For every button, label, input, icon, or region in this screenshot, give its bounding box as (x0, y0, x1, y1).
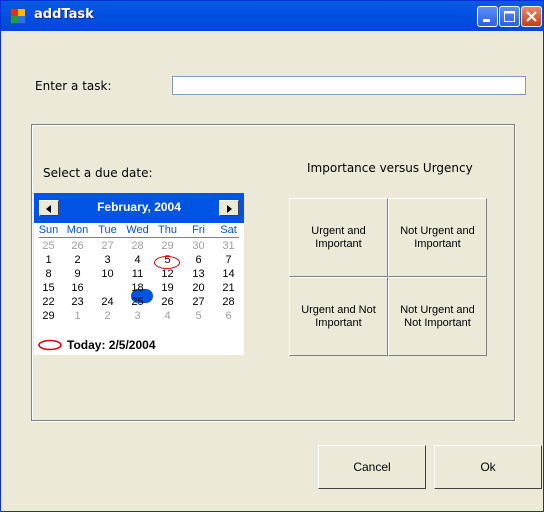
calendar-divider (39, 237, 239, 238)
calendar-header: February, 2004 (34, 193, 244, 223)
calendar-dow-header: Sun (38, 224, 59, 236)
calendar-day[interactable]: 7 (214, 254, 243, 267)
cancel-button-label: Cancel (353, 460, 391, 474)
calendar-day[interactable]: 25 (34, 240, 63, 253)
today-circle-icon (38, 339, 62, 351)
calendar-day[interactable]: 15 (34, 282, 63, 295)
calendar-dow-header: Tue (98, 224, 117, 236)
not-urgent-important-button[interactable]: Not Urgent and Important (388, 198, 487, 277)
window-title: addTask (34, 7, 94, 22)
next-month-button[interactable] (219, 200, 239, 216)
calendar-day[interactable]: 19 (153, 282, 182, 295)
not-urgent-not-important-button[interactable]: Not Urgent and Not Important (388, 277, 487, 356)
today-marker (154, 256, 180, 269)
app-icon (10, 8, 26, 24)
calendar-day[interactable]: 20 (184, 282, 213, 295)
maximize-button[interactable] (499, 6, 520, 27)
title-bar[interactable]: addTask (1, 1, 543, 31)
ok-button[interactable]: Ok (434, 445, 542, 489)
calendar-dow-header: Mon (66, 224, 89, 236)
calendar-day[interactable]: 6 (184, 254, 213, 267)
calendar-day[interactable]: 14 (214, 268, 243, 281)
calendar-dow-header: Wed (126, 224, 149, 236)
calendar-day[interactable]: 29 (153, 240, 182, 253)
ok-button-label: Ok (480, 460, 496, 474)
minimize-icon (483, 19, 490, 22)
calendar-day[interactable]: 2 (93, 310, 122, 323)
calendar-day[interactable]: 13 (184, 268, 213, 281)
not-urgent-not-important-label: Not Urgent and Not Important (400, 303, 475, 329)
task-label: Enter a task: (35, 79, 112, 93)
calendar-day[interactable]: 6 (214, 310, 243, 323)
calendar-day[interactable]: 1 (63, 310, 92, 323)
calendar-day[interactable]: 21 (214, 282, 243, 295)
arrow-right-icon (227, 205, 232, 213)
calendar-day[interactable]: 11 (123, 268, 152, 281)
calendar-day[interactable]: 5 (184, 310, 213, 323)
due-date-label: Select a due date: (43, 166, 153, 180)
calendar-day[interactable]: 22 (34, 296, 63, 309)
calendar-day[interactable]: 23 (63, 296, 92, 309)
close-button[interactable] (521, 6, 542, 27)
calendar-day[interactable]: 1 (34, 254, 63, 267)
calendar-month-label[interactable]: February, 2004 (79, 200, 199, 214)
calendar-dow-header: Sat (220, 224, 237, 236)
calendar-day[interactable]: 25 (123, 296, 152, 309)
importance-urgency-matrix: Urgent and Important Not Urgent and Impo… (289, 198, 487, 356)
calendar-dow-header: Fri (192, 224, 205, 236)
calendar-day[interactable]: 2 (63, 254, 92, 267)
calendar-day[interactable]: 28 (214, 296, 243, 309)
addtask-window: addTask Enter a task: Select a due date:… (0, 0, 544, 512)
calendar-day[interactable]: 4 (153, 310, 182, 323)
minimize-button[interactable] (477, 6, 498, 27)
calendar-day[interactable]: 8 (34, 268, 63, 281)
calendar-day[interactable]: 16 (63, 282, 92, 295)
cancel-button[interactable]: Cancel (318, 445, 426, 489)
today-link[interactable]: Today: 2/5/2004 (67, 338, 156, 352)
month-calendar[interactable]: February, 2004 Today: 2/5/2004 Sun Mon Tue… (34, 193, 244, 355)
urgent-important-button[interactable]: Urgent and Important (289, 198, 388, 277)
task-input[interactable] (172, 76, 526, 95)
calendar-day[interactable]: 26 (63, 240, 92, 253)
urgent-important-label: Urgent and Important (311, 224, 366, 250)
calendar-day[interactable]: 12 (153, 268, 182, 281)
close-icon (526, 11, 537, 22)
calendar-day[interactable]: 30 (184, 240, 213, 253)
not-urgent-important-label: Not Urgent and Important (400, 224, 475, 250)
arrow-left-icon (46, 205, 51, 213)
calendar-day[interactable]: 3 (123, 310, 152, 323)
calendar-dow-header: Thu (158, 224, 177, 236)
calendar-day[interactable]: 29 (34, 310, 63, 323)
calendar-day[interactable]: 27 (93, 240, 122, 253)
calendar-day[interactable]: 4 (123, 254, 152, 267)
calendar-day[interactable]: 31 (214, 240, 243, 253)
matrix-title: Importance versus Urgency (307, 161, 473, 175)
maximize-icon (504, 11, 515, 22)
calendar-day[interactable]: 9 (63, 268, 92, 281)
calendar-day[interactable]: 24 (93, 296, 122, 309)
urgent-not-important-button[interactable]: Urgent and Not Important (289, 277, 388, 356)
calendar-day[interactable]: 27 (184, 296, 213, 309)
prev-month-button[interactable] (39, 200, 59, 216)
urgent-not-important-label: Urgent and Not Important (301, 303, 376, 329)
calendar-day[interactable]: 26 (153, 296, 182, 309)
calendar-day[interactable]: 10 (93, 268, 122, 281)
calendar-day[interactable]: 3 (93, 254, 122, 267)
calendar-day[interactable]: 18 (123, 282, 152, 295)
calendar-day[interactable]: 28 (123, 240, 152, 253)
calendar-day[interactable]: 17 (93, 282, 122, 295)
